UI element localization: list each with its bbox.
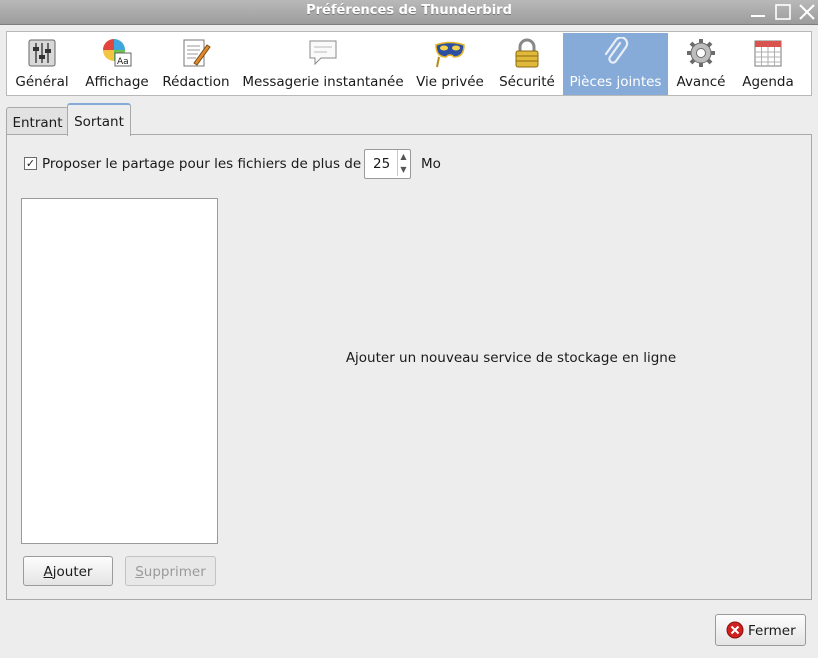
pane-label: Affichage	[85, 74, 149, 90]
pane-label: Messagerie instantanée	[242, 74, 404, 90]
pane-privacy[interactable]: Vie privée	[413, 33, 487, 95]
close-circle-icon	[726, 621, 744, 639]
composition-icon	[183, 39, 211, 67]
calendar-icon	[754, 40, 782, 67]
pane-security[interactable]: Sécurité	[493, 33, 561, 95]
minimize-icon[interactable]	[748, 2, 768, 22]
button-label: jouter	[52, 564, 93, 580]
pane-label: Général	[15, 74, 69, 90]
pane-advanced[interactable]: Avancé	[672, 33, 730, 95]
offer-share-checkbox[interactable]: ✓	[24, 157, 37, 170]
pane-attachments[interactable]: Pièces jointes	[563, 33, 668, 95]
pane-label: Rédaction	[162, 74, 230, 90]
pane-general[interactable]: Général	[10, 33, 74, 95]
size-threshold-spinner[interactable]: 25 ▲ ▼	[364, 149, 411, 179]
pane-label: Avancé	[676, 74, 726, 90]
preferences-toolbar: Général Aa Affichage Rédaction Messageri…	[6, 31, 812, 96]
add-button[interactable]: Ajouter	[23, 556, 113, 586]
mnemonic-letter: A	[43, 564, 53, 580]
add-storage-message: Ajouter un nouveau service de stockage e…	[345, 350, 677, 366]
mnemonic-letter: S	[135, 564, 144, 580]
tab-label: Entrant	[12, 115, 63, 131]
pane-display[interactable]: Aa Affichage	[79, 33, 155, 95]
padlock-icon	[515, 38, 539, 68]
paperclip-icon	[604, 37, 628, 64]
pane-label: Sécurité	[499, 74, 555, 90]
tab-label: Sortant	[74, 114, 124, 130]
storage-provider-list[interactable]	[21, 198, 218, 544]
maximize-icon[interactable]	[773, 2, 793, 22]
button-label: upprimer	[143, 564, 206, 580]
title-bar: Préférences de Thunderbird	[0, 0, 818, 25]
size-unit-label: Mo	[421, 156, 441, 172]
gear-icon	[687, 39, 715, 67]
close-button[interactable]: Fermer	[715, 614, 806, 646]
display-icon: Aa	[103, 39, 132, 67]
svg-text:Aa: Aa	[117, 57, 129, 67]
pane-label: Agenda	[742, 74, 794, 90]
general-settings-icon	[28, 39, 56, 67]
pane-label: Pièces jointes	[569, 74, 662, 90]
remove-button[interactable]: Supprimer	[125, 556, 216, 586]
size-threshold-value[interactable]: 25	[373, 156, 390, 172]
pane-label: Vie privée	[416, 74, 484, 90]
tab-incoming[interactable]: Entrant	[6, 107, 69, 135]
offer-share-label[interactable]: Proposer le partage pour les fichiers de…	[42, 156, 361, 172]
spin-down-icon[interactable]: ▼	[397, 163, 409, 176]
tab-outgoing[interactable]: Sortant	[67, 103, 131, 136]
spin-up-icon[interactable]: ▲	[397, 150, 409, 163]
pane-composition[interactable]: Rédaction	[160, 33, 232, 95]
chat-icon	[309, 40, 337, 66]
close-window-icon[interactable]	[797, 2, 817, 22]
pane-calendar[interactable]: Agenda	[737, 33, 799, 95]
privacy-mask-icon	[435, 41, 465, 68]
close-button-label: Fermer	[748, 623, 796, 639]
window-title: Préférences de Thunderbird	[306, 3, 512, 18]
pane-instant-messaging[interactable]: Messagerie instantanée	[238, 33, 408, 95]
